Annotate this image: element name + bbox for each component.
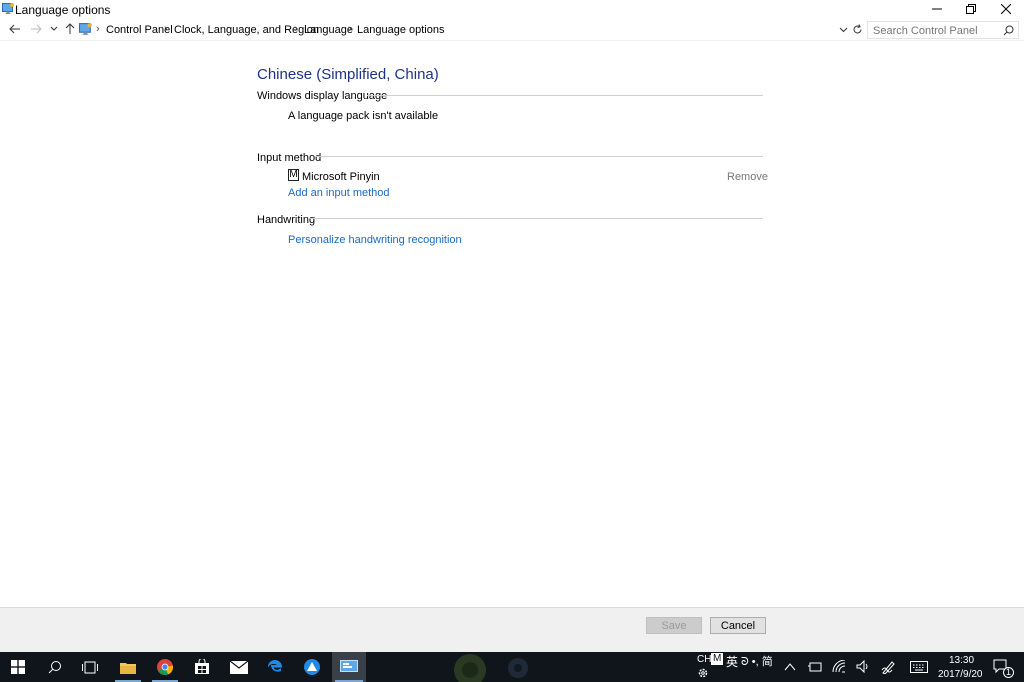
search-input[interactable]: Search Control Panel <box>867 21 1019 39</box>
search-icon[interactable] <box>1003 25 1014 39</box>
notification-count-badge: 1 <box>1003 667 1014 678</box>
ime-settings-gear-icon[interactable] <box>697 667 709 682</box>
start-button[interactable] <box>4 652 32 682</box>
personalize-handwriting-link[interactable]: Personalize handwriting recognition <box>288 234 462 246</box>
volume-icon[interactable] <box>856 659 870 676</box>
ime-m-icon[interactable]: M <box>711 653 724 665</box>
ime-mode-indicator[interactable]: 英 <box>726 653 738 670</box>
breadcrumb-item[interactable]: Language <box>304 24 353 36</box>
ime-m-icon: M <box>288 169 299 181</box>
taskbar: CH M 英 ᘐ •, 简 13:30 2017/9/20 1 <box>0 652 1024 682</box>
breadcrumb-item[interactable]: Control Panel <box>106 24 173 36</box>
app-icon <box>304 659 320 675</box>
search-icon <box>48 661 61 674</box>
address-bar: › Control Panel › Clock, Language, and R… <box>0 19 1024 41</box>
divider <box>316 156 763 157</box>
handwriting-heading: Handwriting <box>257 214 316 226</box>
mail-icon <box>230 660 248 674</box>
control-panel-icon <box>340 660 358 672</box>
task-view-button[interactable] <box>75 652 105 682</box>
tablet-mode-icon[interactable] <box>808 661 822 676</box>
save-button[interactable]: Save <box>646 617 702 634</box>
task-view-icon <box>82 661 98 673</box>
cancel-button[interactable]: Cancel <box>710 617 766 634</box>
display-language-status: A language pack isn't available <box>288 110 439 122</box>
restore-button[interactable] <box>954 0 988 18</box>
window-title: Language options <box>15 3 111 17</box>
ime-options-indicator[interactable]: ᘐ •, 简 <box>741 653 773 669</box>
store-button[interactable] <box>186 652 218 682</box>
display-language-heading: Windows display language <box>257 90 388 102</box>
close-button[interactable] <box>989 0 1023 18</box>
remove-input-method-link[interactable]: Remove <box>727 171 768 183</box>
pen-workspace-icon[interactable] <box>881 660 896 677</box>
edge-button[interactable] <box>259 652 291 682</box>
control-panel-icon <box>2 2 15 15</box>
input-method-heading: Input method <box>257 152 322 164</box>
clock-date[interactable]: 2017/9/20 <box>938 669 983 680</box>
search-taskbar-button[interactable] <box>40 652 70 682</box>
minimize-button[interactable] <box>920 0 954 18</box>
mail-button[interactable] <box>223 652 255 682</box>
input-language-indicator[interactable]: CH <box>697 654 711 665</box>
title-bar: Language options <box>0 0 1024 18</box>
file-explorer-icon <box>120 662 136 674</box>
breadcrumb-chevron-icon: › <box>294 23 298 35</box>
divider <box>367 95 763 96</box>
breadcrumb-chevron-icon: › <box>96 23 100 35</box>
app-button[interactable] <box>296 652 328 682</box>
divider <box>310 218 763 219</box>
control-panel-location-icon <box>78 21 94 37</box>
show-hidden-icons-chevron-icon[interactable] <box>784 661 796 675</box>
store-icon <box>195 659 209 674</box>
chrome-button[interactable] <box>149 652 181 682</box>
wifi-icon[interactable] <box>832 659 846 676</box>
language-title: Chinese (Simplified, China) <box>257 66 439 83</box>
input-method-name: Microsoft Pinyin <box>302 171 380 183</box>
refresh-button[interactable] <box>849 21 865 37</box>
back-button[interactable] <box>7 21 23 37</box>
touch-keyboard-icon[interactable] <box>910 661 928 676</box>
clock-time[interactable]: 13:30 <box>949 655 974 666</box>
breadcrumb-item[interactable]: Language options <box>357 24 444 36</box>
windows-logo-icon <box>11 660 25 674</box>
breadcrumb-chevron-icon: › <box>164 23 168 35</box>
recent-locations-dropdown[interactable] <box>46 21 62 37</box>
footer-bar: Save Cancel <box>0 607 1024 652</box>
file-explorer-button[interactable] <box>112 652 144 682</box>
chrome-icon <box>157 659 173 675</box>
control-panel-taskbar-button[interactable] <box>332 652 366 682</box>
edge-icon <box>267 659 283 672</box>
add-input-method-link[interactable]: Add an input method <box>288 187 390 199</box>
wallpaper-decoration <box>454 654 528 682</box>
forward-button[interactable] <box>28 21 44 37</box>
search-placeholder: Search Control Panel <box>873 25 978 37</box>
up-button[interactable] <box>62 21 78 37</box>
breadcrumb-chevron-icon: › <box>348 23 352 35</box>
